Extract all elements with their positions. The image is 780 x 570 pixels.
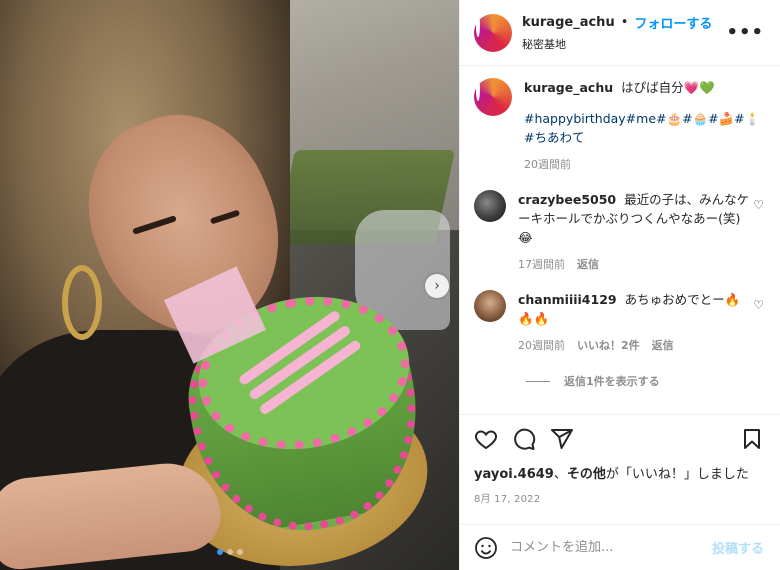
comment-likes-count[interactable]: いいね！2件 xyxy=(577,336,640,355)
reply-button[interactable]: 返信 xyxy=(577,255,599,274)
post-date[interactable]: 8月 17, 2022 xyxy=(474,490,764,505)
likes-others-link[interactable]: その他 xyxy=(567,467,606,482)
comment-item: crazybee5050 最近の子は、みんなケーキホールでかぶりつくんやなあー(… xyxy=(474,190,764,274)
bookmark-icon[interactable] xyxy=(740,427,764,451)
more-options-icon[interactable]: ••• xyxy=(726,22,764,43)
add-comment-bar: 投稿する xyxy=(460,524,780,570)
likes-separator: 、 xyxy=(553,467,567,482)
separator-dot: • xyxy=(620,15,629,30)
reply-divider xyxy=(526,380,550,382)
comment-like-icon[interactable]: ♡ xyxy=(753,298,764,312)
post-location[interactable]: 秘密基地 xyxy=(522,36,726,52)
commenter-avatar[interactable] xyxy=(474,190,506,222)
author-username[interactable]: kurage_achu xyxy=(522,15,615,30)
view-replies-button[interactable]: 返信1件を表示する xyxy=(526,373,764,389)
caption-text: はぴば自分💗💚 xyxy=(621,80,715,95)
comment-item: chanmiiii4129 あちゅおめでとー🔥🔥🔥 20週間前 いいね！2件 返… xyxy=(474,290,764,355)
carousel-dot xyxy=(216,549,223,555)
caption-time[interactable]: 20週間前 xyxy=(524,155,571,174)
comment-username[interactable]: crazybee5050 xyxy=(518,192,616,207)
caption-username[interactable]: kurage_achu xyxy=(524,80,613,95)
reply-button[interactable]: 返信 xyxy=(652,336,674,355)
share-icon[interactable] xyxy=(550,427,574,451)
commenter-avatar[interactable] xyxy=(474,290,506,322)
author-avatar[interactable] xyxy=(474,13,512,52)
comment-like-icon[interactable]: ♡ xyxy=(753,198,764,212)
comments-section: kurage_achu はぴば自分💗💚 #happybirthday#me#🎂#… xyxy=(460,66,780,410)
post-photo[interactable]: › xyxy=(0,0,459,570)
liker-username[interactable]: yayoi.4649 xyxy=(474,467,554,482)
post-comment-button[interactable]: 投稿する xyxy=(712,538,764,557)
comment-time[interactable]: 17週間前 xyxy=(518,255,565,274)
carousel-next-button[interactable]: › xyxy=(425,274,449,298)
earring xyxy=(62,265,102,340)
post-details-panel: kurage_achu • フォローする 秘密基地 ••• kurage_ach… xyxy=(459,0,780,570)
chevron-right-icon: › xyxy=(434,278,440,294)
caption-avatar[interactable] xyxy=(474,78,512,116)
carousel-dot xyxy=(236,549,243,555)
carousel-indicator xyxy=(0,549,459,555)
comment-time[interactable]: 20週間前 xyxy=(518,336,565,355)
carousel-dot xyxy=(226,549,233,555)
likes-summary: yayoi.4649、その他が「いいね！」しました xyxy=(474,463,764,482)
comment-icon[interactable] xyxy=(512,427,536,451)
likes-suffix: が「いいね！」しました xyxy=(605,467,749,482)
post-actions: yayoi.4649、その他が「いいね！」しました 8月 17, 2022 xyxy=(460,414,780,505)
caption: kurage_achu はぴば自分💗💚 #happybirthday#me#🎂#… xyxy=(474,78,764,174)
emoji-icon[interactable] xyxy=(474,536,498,560)
heart-icon[interactable] xyxy=(474,427,498,451)
caption-hashtags[interactable]: #happybirthday#me#🎂#🧁#🍰#🕯️#ちあわて xyxy=(524,109,764,147)
comment-username[interactable]: chanmiiii4129 xyxy=(518,292,617,307)
post-header: kurage_achu • フォローする 秘密基地 ••• xyxy=(460,0,780,66)
follow-button[interactable]: フォローする xyxy=(634,13,712,32)
comment-input[interactable] xyxy=(510,540,712,555)
view-replies-label: 返信1件を表示する xyxy=(564,375,660,388)
